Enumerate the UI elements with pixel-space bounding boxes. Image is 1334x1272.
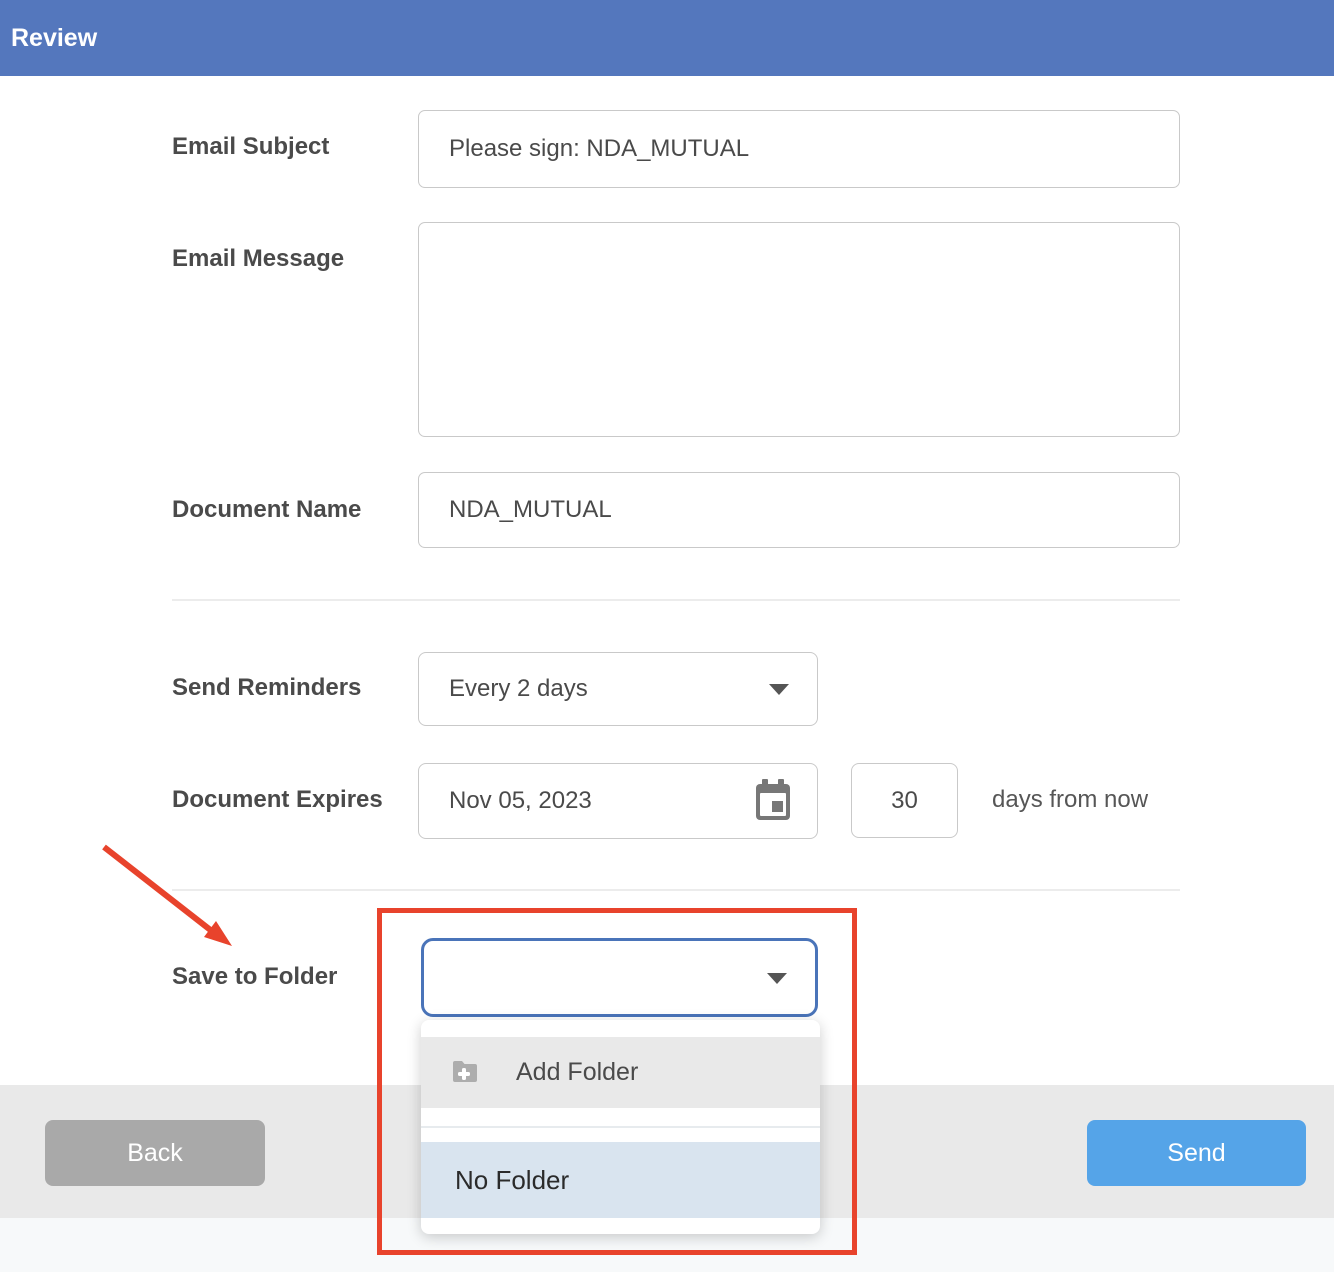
email-subject-input[interactable] [418, 110, 1180, 188]
folder-dropdown-menu: Add Folder No Folder [421, 1020, 820, 1234]
menu-item-no-folder[interactable]: No Folder [421, 1142, 820, 1218]
section-divider-2 [172, 889, 1180, 891]
document-name-label: Document Name [172, 496, 361, 524]
email-message-textarea[interactable] [418, 222, 1180, 437]
email-subject-label: Email Subject [172, 133, 329, 161]
annotation-arrow-icon [95, 838, 245, 963]
chevron-down-icon [769, 684, 789, 695]
menu-divider [421, 1126, 820, 1128]
send-reminders-select[interactable]: Every 2 days [418, 652, 818, 726]
chevron-down-icon [767, 973, 787, 984]
email-message-label: Email Message [172, 245, 344, 273]
document-name-input[interactable] [418, 472, 1180, 548]
header-bar: Review [0, 0, 1334, 76]
document-expires-date-value: Nov 05, 2023 [419, 787, 592, 815]
send-reminders-label: Send Reminders [172, 674, 361, 702]
days-from-now-text: days from now [992, 786, 1148, 814]
back-button[interactable]: Back [45, 1120, 265, 1186]
review-screen: Review Email Subject Email Message Docum… [0, 0, 1334, 1272]
document-expires-date-input[interactable]: Nov 05, 2023 [418, 763, 818, 839]
save-to-folder-select[interactable] [421, 938, 818, 1017]
expire-days-input[interactable] [851, 763, 958, 838]
calendar-icon[interactable] [753, 778, 793, 829]
menu-item-label: Add Folder [516, 1058, 638, 1087]
menu-item-add-folder[interactable]: Add Folder [421, 1037, 820, 1108]
page-title: Review [11, 0, 97, 76]
section-divider [172, 599, 1180, 601]
send-button[interactable]: Send [1087, 1120, 1306, 1186]
menu-item-label: No Folder [455, 1165, 569, 1196]
save-to-folder-label: Save to Folder [172, 963, 337, 991]
document-expires-label: Document Expires [172, 786, 383, 814]
add-folder-icon [452, 1059, 478, 1088]
send-reminders-value: Every 2 days [419, 675, 588, 703]
